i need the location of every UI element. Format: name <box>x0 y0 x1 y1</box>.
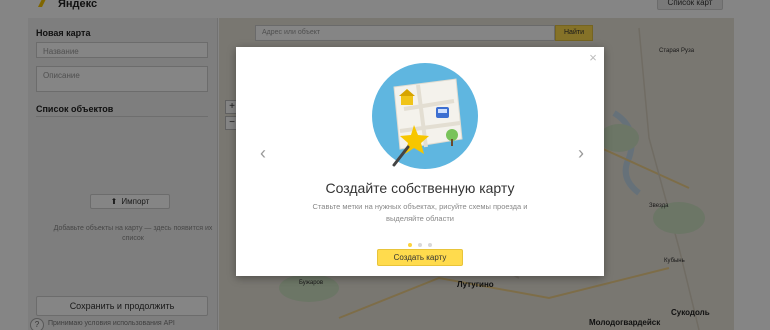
close-icon[interactable]: × <box>586 51 600 65</box>
app-window: Яндекс Список карт Новая карта Название … <box>0 0 770 330</box>
modal-title: Создайте собственную карту <box>325 180 515 196</box>
next-slide-arrow-icon[interactable]: › <box>574 143 588 163</box>
pagination-dot[interactable] <box>408 243 412 247</box>
modal-description: Ставьте метки на нужных объектах, рисуйт… <box>312 202 528 223</box>
pagination-dot[interactable] <box>428 243 432 247</box>
create-map-button[interactable]: Создать карту <box>377 249 463 266</box>
prev-slide-arrow-icon[interactable]: ‹ <box>256 143 270 163</box>
onboarding-modal: × ‹ › Создайте собственную карту Ставьте… <box>236 47 604 276</box>
pagination-dot[interactable] <box>418 243 422 247</box>
map-illustration-icon <box>372 63 478 169</box>
